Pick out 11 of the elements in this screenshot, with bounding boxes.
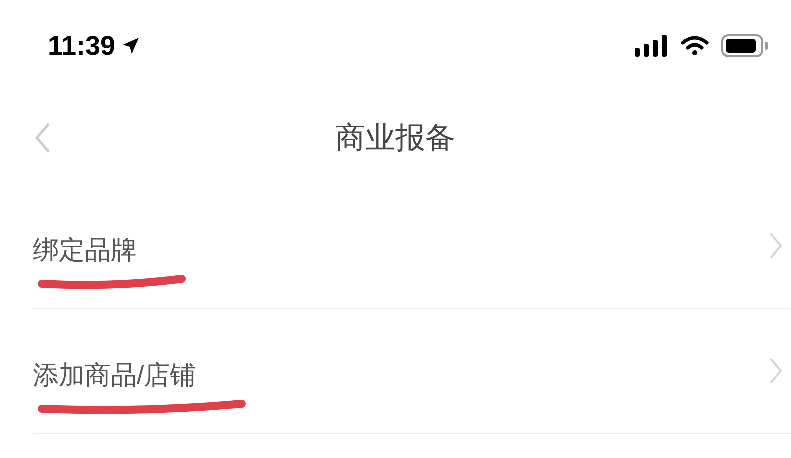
page-title: 商业报备 [336,120,456,156]
location-arrow-icon [122,37,140,55]
back-icon[interactable] [34,122,52,154]
signal-icon [635,35,669,57]
wifi-icon [681,36,709,56]
menu-item-label[interactable]: 添加商品/店铺 [33,348,196,394]
chevron-right-icon [769,357,783,385]
menu-item-label[interactable]: 绑定品牌 [33,222,137,270]
status-time: 11:39 [48,30,116,63]
chevron-right-icon [769,232,783,260]
battery-icon [721,34,769,58]
